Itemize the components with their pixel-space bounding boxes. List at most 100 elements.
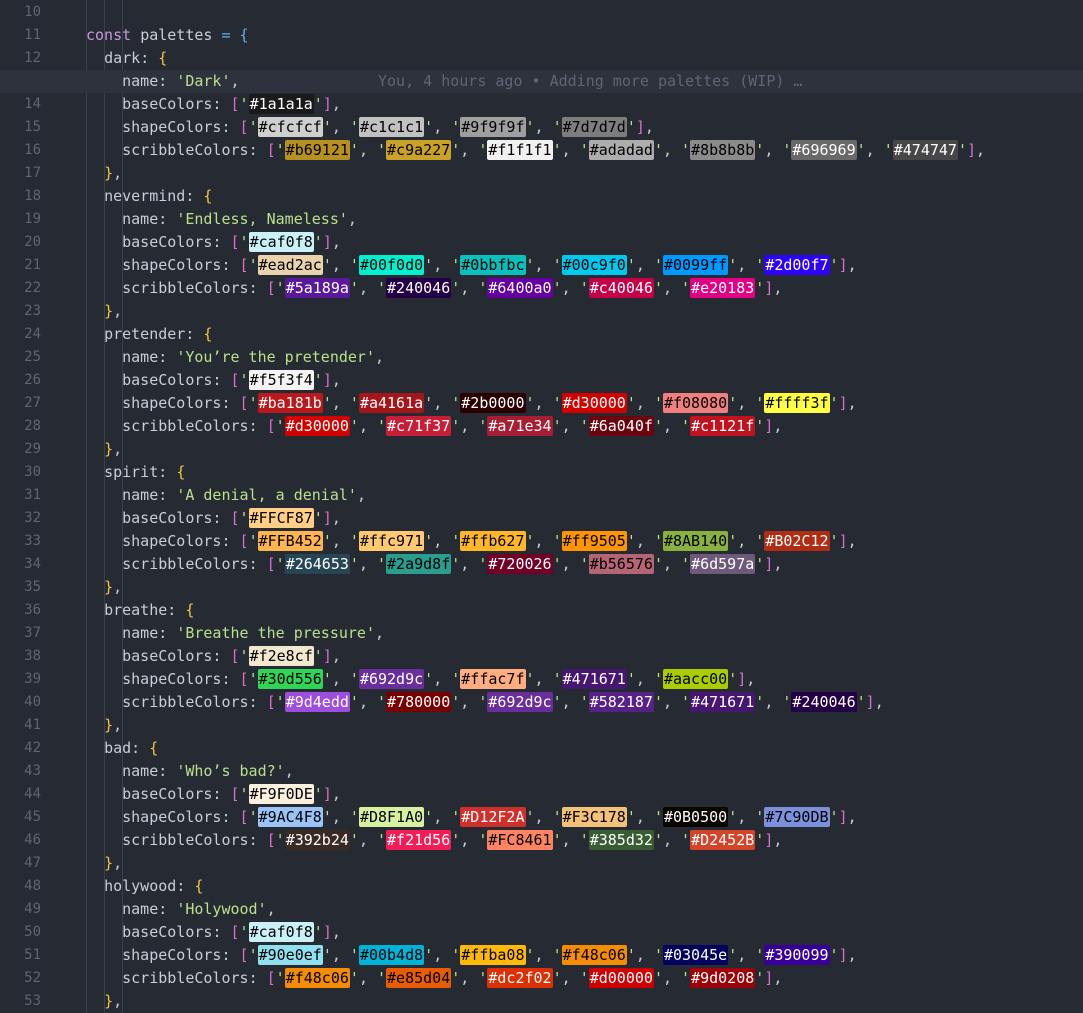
quote: ' (451, 256, 461, 274)
close-bracket: ] (322, 923, 332, 941)
quote: ' (883, 141, 893, 159)
code-token: : (158, 72, 177, 90)
quote: ' (755, 532, 765, 550)
line-number: 35 (24, 579, 41, 595)
code-token: : (212, 647, 231, 665)
color-swatch: #9f9f9f (460, 117, 526, 137)
quote: ' (313, 923, 323, 941)
property-name: name (122, 762, 159, 780)
quote: ' (552, 555, 562, 573)
line-number: 11 (24, 27, 41, 43)
quote: ' (579, 831, 589, 849)
code-line-row: dark: { (70, 47, 1083, 70)
comma: , (331, 394, 350, 412)
color-swatch: #c1c1c1 (358, 117, 425, 137)
quote: ' (313, 233, 323, 251)
line-number: 28 (24, 418, 41, 434)
code-line: nevermind: { (86, 185, 212, 208)
color-swatch: #f21d56 (386, 830, 452, 850)
code-area[interactable]: const palettes = { dark: { name: 'Dark',… (0, 0, 1083, 1013)
color-swatch: #6d597a (690, 554, 756, 574)
code-line: }, (86, 576, 122, 599)
code-line: shapeColors: ['#cfcfcf', '#c1c1c1', '#9f… (86, 116, 654, 139)
color-swatch: #FC8461 (487, 830, 553, 850)
close-bracket: ] (322, 233, 332, 251)
quote: ' (525, 394, 535, 412)
quote: ' (451, 532, 461, 550)
open-bracket: [ (239, 256, 249, 274)
quote: ' (653, 532, 663, 550)
quote: ' (424, 946, 434, 964)
comma: , (534, 118, 553, 136)
code-line: scribbleColors: ['#392b24', '#f21d56', '… (86, 829, 782, 852)
color-swatch: #d30000 (284, 416, 350, 436)
line-number: 18 (24, 188, 41, 204)
color-swatch: #474747 (892, 140, 958, 160)
quote: ' (552, 693, 562, 711)
code-line-row: baseColors: ['#F9F0DE'], (70, 783, 1083, 806)
code-editor[interactable]: 1011121314151617181920212223242526272829… (0, 0, 1083, 1013)
code-line: pretender: { (86, 323, 212, 346)
color-swatch: #2d00f7 (764, 255, 830, 275)
code-line-row: scribbleColors: ['#264653', '#2a9d8f', '… (70, 553, 1083, 576)
quote: ' (525, 946, 535, 964)
open-bracket: [ (230, 647, 240, 665)
property-scribbleColors: scribbleColors (122, 417, 249, 435)
quote: ' (856, 141, 866, 159)
comma: , (331, 95, 341, 113)
quote: ' (552, 969, 562, 987)
quote: ' (313, 647, 323, 665)
property-baseColors: baseColors (122, 647, 213, 665)
line-number: 47 (24, 855, 41, 871)
comma: , (331, 233, 341, 251)
code-token: : (158, 762, 177, 780)
quote: ' (176, 486, 186, 504)
quote: ' (755, 141, 765, 159)
quote: ' (239, 785, 249, 803)
comma: , (331, 532, 350, 550)
comma: , (847, 946, 857, 964)
quote: ' (728, 670, 738, 688)
close-bracket: ] (737, 670, 747, 688)
close-bracket: ] (764, 969, 774, 987)
color-swatch: #7C90DB (764, 807, 830, 827)
quote: ' (728, 532, 738, 550)
color-swatch: #f08080 (662, 393, 729, 413)
close-bracket: ] (764, 417, 774, 435)
property-shapeColors: shapeColors (122, 394, 222, 412)
quote: ' (377, 693, 387, 711)
color-swatch: #582187 (588, 692, 654, 712)
quote: ' (653, 946, 663, 964)
line-number: 46 (24, 832, 41, 848)
quote: ' (176, 900, 186, 918)
color-swatch: #f48c06 (284, 968, 350, 988)
palette-name: Dark (185, 72, 222, 90)
comma: , (737, 946, 756, 964)
quote: ' (552, 118, 562, 136)
color-swatch: #ffff3f (764, 393, 830, 413)
open-bracket: [ (239, 808, 249, 826)
comma: , (433, 256, 452, 274)
property-shapeColors: shapeColors (122, 118, 222, 136)
open-bracket: [ (239, 118, 249, 136)
code-line-row: }, (70, 300, 1083, 323)
comma: , (433, 670, 452, 688)
quote: ' (239, 923, 249, 941)
comma: , (865, 141, 884, 159)
close-bracket: ] (838, 946, 848, 964)
quote: ' (579, 417, 589, 435)
quote: ' (755, 417, 765, 435)
code-token: : (248, 555, 267, 573)
quote: ' (552, 279, 562, 297)
code-line: scribbleColors: ['#d30000', '#c71f37', '… (86, 415, 782, 438)
quote: ' (681, 417, 691, 435)
comma: , (773, 969, 783, 987)
code-line: baseColors: ['#1a1a1a'], (86, 93, 341, 116)
comma: , (113, 854, 123, 872)
color-swatch: #2a9d8f (386, 554, 452, 574)
color-swatch: #780000 (386, 692, 452, 712)
color-swatch: #dc2f02 (487, 968, 553, 988)
quote: ' (626, 670, 636, 688)
